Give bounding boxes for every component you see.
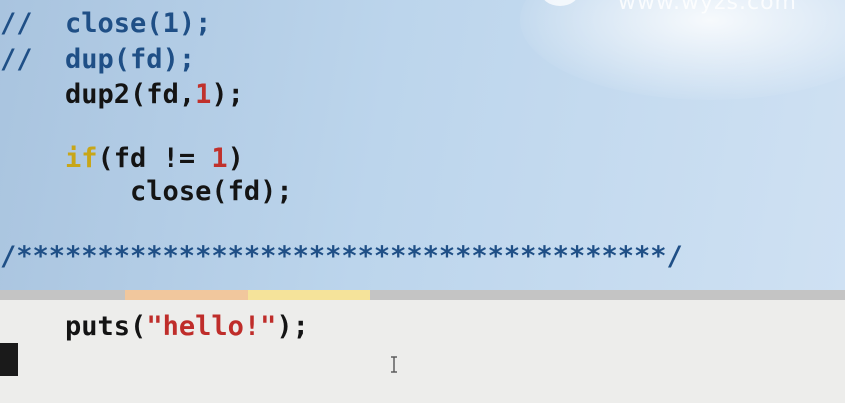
code-text: close(fd); (130, 176, 293, 207)
code-text: (fd != (97, 143, 212, 174)
code-text: dup(fd); (65, 44, 196, 75)
code-text: dup2(fd, (65, 79, 196, 110)
keyword: if (65, 143, 98, 174)
comment-marker: // (0, 8, 33, 39)
code-line[interactable]: // close(1); (0, 8, 211, 40)
code-line[interactable]: // dup(fd); (0, 44, 195, 76)
code-line[interactable]: dup2(fd,1); (0, 79, 244, 111)
terminal-editor-screen: www.wyzs.com // close(1); // dup(fd); du… (0, 0, 845, 403)
code-text: ); (276, 311, 309, 342)
number-literal: 1 (211, 143, 228, 174)
status-band-segment (248, 290, 370, 300)
code-line[interactable]: close(fd); (0, 176, 293, 208)
number-literal: 1 (195, 79, 212, 110)
watermark-text: www.wyzs.com (618, 0, 797, 15)
code-text: ); (211, 79, 244, 110)
code-line[interactable]: puts("hello!"); (0, 311, 309, 343)
ibeam-cursor-icon (391, 356, 397, 373)
code-text: close(1); (65, 8, 212, 39)
text-cursor[interactable] (0, 343, 18, 376)
code-text: puts( (65, 311, 147, 342)
code-text: ) (227, 143, 244, 174)
code-line[interactable]: if(fd != 1) (0, 143, 244, 175)
status-band-segment (125, 290, 248, 300)
string-literal: "hello!" (146, 311, 277, 342)
comment-marker: // (0, 44, 33, 75)
comment-separator[interactable]: /***************************************… (0, 241, 683, 273)
